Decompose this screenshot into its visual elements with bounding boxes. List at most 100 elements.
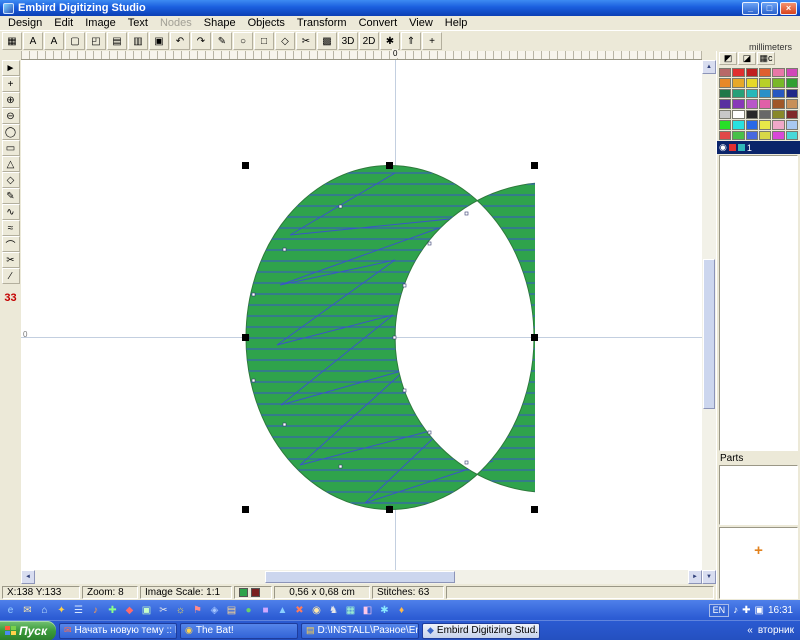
palette-color[interactable] [719, 99, 731, 108]
tool-button[interactable]: ✎ [2, 188, 20, 204]
palette-color[interactable] [732, 78, 744, 87]
toolbar-button[interactable]: 2D [359, 32, 379, 50]
toolbar-button[interactable]: ◇ [275, 32, 295, 50]
palette-color[interactable] [732, 68, 744, 77]
quick-launch-icon[interactable]: ◧ [360, 603, 375, 618]
parts-preview[interactable]: + [719, 527, 798, 599]
volume-icon[interactable]: ♪ [733, 605, 738, 616]
toolbar-button[interactable]: ⇑ [401, 32, 421, 50]
selection-handle[interactable] [242, 506, 249, 513]
toolbar-button[interactable]: ▦ [2, 32, 22, 50]
tool-button[interactable]: ∕ [2, 268, 20, 284]
task-button[interactable]: ◆ Embird Digitizing Stud... [422, 623, 540, 639]
toolbar-button[interactable]: + [422, 32, 442, 50]
quick-launch-icon[interactable]: e [3, 603, 18, 618]
palette-color[interactable] [719, 120, 731, 129]
palette-color[interactable] [786, 131, 798, 140]
scroll-right-icon[interactable]: ► [688, 570, 702, 584]
tool-button[interactable]: + [2, 76, 20, 92]
toolbar-button[interactable]: □ [254, 32, 274, 50]
menu-item[interactable]: Design [2, 17, 48, 29]
palette-color[interactable] [786, 110, 798, 119]
menu-item[interactable]: Nodes [154, 17, 198, 29]
quick-launch-icon[interactable]: ♦ [394, 603, 409, 618]
palette-color[interactable] [772, 120, 784, 129]
horizontal-scroll-thumb[interactable] [265, 571, 455, 583]
palette-color[interactable] [732, 99, 744, 108]
selected-thread-row[interactable]: ◉ 1 [717, 141, 800, 154]
menu-item[interactable]: Shape [198, 17, 242, 29]
palette-color[interactable] [772, 110, 784, 119]
quick-launch-icon[interactable]: ▲ [275, 603, 290, 618]
crescent-object[interactable] [245, 165, 535, 510]
palette-color[interactable] [786, 120, 798, 129]
palette-color[interactable] [772, 131, 784, 140]
toolbar-button[interactable]: ▤ [107, 32, 127, 50]
palette-color[interactable] [786, 99, 798, 108]
quick-launch-icon[interactable]: ✉ [20, 603, 35, 618]
toolbar-button[interactable]: ▥ [128, 32, 148, 50]
palette-color[interactable] [772, 78, 784, 87]
quick-launch-icon[interactable]: ✱ [377, 603, 392, 618]
palette-color[interactable] [772, 89, 784, 98]
design-canvas[interactable]: 0 [21, 60, 702, 570]
tool-button[interactable]: ⌒ [2, 236, 20, 252]
tool-button[interactable]: △ [2, 156, 20, 172]
palette-color[interactable] [719, 110, 731, 119]
tool-button[interactable]: ◇ [2, 172, 20, 188]
palette-color[interactable] [719, 68, 731, 77]
scroll-down-icon[interactable]: ▼ [702, 570, 716, 584]
toolbar-button[interactable]: ▢ [65, 32, 85, 50]
tool-button[interactable]: ✂ [2, 252, 20, 268]
quick-launch-icon[interactable]: ▦ [343, 603, 358, 618]
toolbar-button[interactable]: ▩ [317, 32, 337, 50]
quick-launch-icon[interactable]: ♪ [88, 603, 103, 618]
toolbar-button[interactable]: ↶ [170, 32, 190, 50]
palette-color[interactable] [746, 99, 758, 108]
tool-button[interactable]: ◯ [2, 124, 20, 140]
minimize-button[interactable]: _ [742, 2, 759, 15]
quick-launch-icon[interactable]: ✦ [54, 603, 69, 618]
tray-app-icon[interactable]: ✚ [742, 605, 750, 616]
palette-color[interactable] [772, 99, 784, 108]
scroll-up-icon[interactable]: ▲ [702, 60, 716, 74]
quick-launch-icon[interactable]: ✚ [105, 603, 120, 618]
toolbar-button[interactable]: ▣ [149, 32, 169, 50]
scroll-left-icon[interactable]: ◄ [21, 570, 35, 584]
palette-color[interactable] [719, 89, 731, 98]
menu-item[interactable]: Objects [242, 17, 291, 29]
quick-launch-icon[interactable]: ⌂ [37, 603, 52, 618]
palette-color[interactable] [732, 89, 744, 98]
palette-color[interactable] [746, 131, 758, 140]
menu-item[interactable]: Convert [353, 17, 404, 29]
palette-color[interactable] [759, 68, 771, 77]
menu-item[interactable]: Text [122, 17, 154, 29]
palette-color[interactable] [746, 110, 758, 119]
palette-color[interactable] [719, 131, 731, 140]
palette-color[interactable] [719, 78, 731, 87]
selection-handle[interactable] [531, 162, 538, 169]
toolbar-button[interactable]: ✂ [296, 32, 316, 50]
tool-button[interactable]: ≈ [2, 220, 20, 236]
close-button[interactable]: × [780, 2, 797, 15]
quick-launch-icon[interactable]: ✖ [292, 603, 307, 618]
palette-color[interactable] [732, 120, 744, 129]
palette-color[interactable] [732, 110, 744, 119]
tool-button[interactable]: ▭ [2, 140, 20, 156]
quick-launch-icon[interactable]: ⚑ [190, 603, 205, 618]
selection-box[interactable] [245, 165, 535, 510]
toolbar-button[interactable]: A [44, 32, 64, 50]
menu-item[interactable]: Image [79, 17, 122, 29]
toolbar-button[interactable]: ○ [233, 32, 253, 50]
quick-launch-icon[interactable]: ■ [258, 603, 273, 618]
toolbar-button[interactable]: A [23, 32, 43, 50]
palette-color[interactable] [786, 89, 798, 98]
palette-color[interactable] [746, 68, 758, 77]
toolbar-button[interactable]: 3D [338, 32, 358, 50]
vertical-scrollbar[interactable]: ▲ ▼ [702, 60, 716, 584]
menu-item[interactable]: Transform [291, 17, 353, 29]
tool-button[interactable]: ⊖ [2, 108, 20, 124]
selection-handle[interactable] [531, 334, 538, 341]
palette-toolbar-button[interactable]: ◪ [738, 52, 756, 65]
selection-handle[interactable] [386, 506, 393, 513]
